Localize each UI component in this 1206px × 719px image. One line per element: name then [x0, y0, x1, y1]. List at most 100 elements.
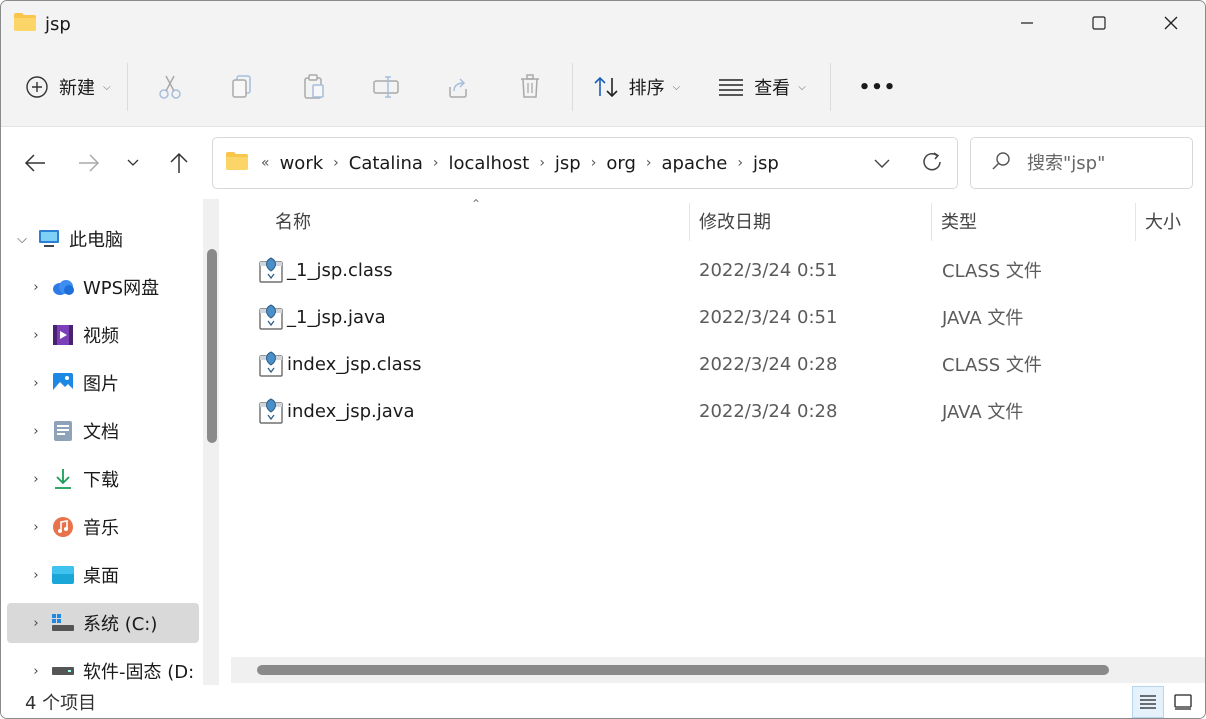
sidebar-item-desktop[interactable]: › 桌面: [21, 555, 213, 595]
sidebar-item-pictures[interactable]: › 图片: [21, 363, 213, 403]
cloud-icon: [51, 275, 75, 299]
breadcrumb-item-current[interactable]: jsp: [753, 153, 779, 174]
chevron-right-icon[interactable]: ›: [21, 424, 51, 439]
toolbar-divider: [126, 63, 128, 111]
sidebar-item-drive-c[interactable]: › 系统 (C:): [7, 603, 199, 643]
column-divider[interactable]: [1135, 203, 1136, 241]
address-bar[interactable]: « work › Catalina › localhost › jsp › or…: [212, 137, 958, 189]
breadcrumb-item[interactable]: Catalina: [349, 153, 423, 174]
chevron-right-icon[interactable]: ›: [433, 155, 439, 171]
chevron-right-icon[interactable]: ›: [21, 520, 51, 535]
column-divider[interactable]: [689, 203, 690, 241]
arrow-left-icon: [24, 154, 45, 172]
share-button[interactable]: [436, 59, 480, 115]
file-name: index_jsp.class: [287, 353, 422, 375]
search-input[interactable]: [1027, 152, 1187, 174]
rename-button[interactable]: [364, 59, 408, 115]
maximize-button[interactable]: [1063, 1, 1135, 45]
address-history-button[interactable]: [873, 154, 891, 175]
file-date: 2022/3/24 0:51: [699, 306, 838, 328]
breadcrumb-item[interactable]: jsp: [555, 153, 581, 174]
trash-icon: [520, 74, 539, 98]
file-row[interactable]: _1_jsp.class 2022/3/24 0:51 CLASS 文件: [251, 247, 1191, 293]
file-name: _1_jsp.java: [287, 306, 386, 328]
chevron-right-icon[interactable]: ›: [21, 328, 51, 343]
view-button[interactable]: 查看 ⌵: [708, 59, 816, 115]
plus-circle-icon: [26, 76, 48, 98]
title-and-toolbar-area: jsp 新建 ⌵ 排序 ⌵ 查看 ⌵ •••: [1, 1, 1205, 127]
document-icon: [51, 419, 75, 443]
chevron-down-icon: ⌵: [103, 81, 111, 93]
maximize-icon: [1092, 16, 1106, 30]
file-type: JAVA 文件: [942, 308, 1024, 329]
toolbar-divider: [571, 63, 573, 111]
thumbnail-view-button[interactable]: [1167, 686, 1199, 718]
arrow-up-icon: [170, 152, 188, 173]
chevron-right-icon[interactable]: ›: [591, 155, 597, 171]
delete-button[interactable]: [508, 59, 552, 115]
up-button[interactable]: [161, 145, 197, 181]
sort-button[interactable]: 排序 ⌵: [583, 59, 691, 115]
sidebar-item-drive-d[interactable]: › 软件-固态 (D:: [21, 651, 203, 685]
drive-c-icon: [51, 611, 75, 635]
chevron-right-icon[interactable]: ›: [539, 155, 545, 171]
forward-button[interactable]: [71, 145, 107, 181]
java-file-icon: [259, 257, 283, 283]
more-options-button[interactable]: •••: [849, 59, 907, 115]
breadcrumb-item[interactable]: localhost: [449, 153, 530, 174]
column-divider[interactable]: [931, 203, 932, 241]
details-view-button[interactable]: [1132, 686, 1164, 718]
breadcrumb-item[interactable]: org: [606, 153, 636, 174]
chevron-right-icon[interactable]: ›: [21, 664, 51, 679]
minimize-button[interactable]: [991, 1, 1063, 45]
sidebar-scrollbar-thumb[interactable]: [207, 249, 217, 443]
sidebar-item-label: 音乐: [83, 518, 119, 539]
back-button[interactable]: [17, 145, 53, 181]
minimize-icon: [1021, 22, 1033, 24]
window-title: jsp: [45, 13, 71, 35]
file-list-scrollbar-thumb[interactable]: [257, 665, 1109, 675]
breadcrumb-item[interactable]: work: [280, 153, 324, 174]
chevron-right-icon[interactable]: ›: [21, 616, 51, 631]
arrow-right-icon: [79, 154, 100, 172]
breadcrumb-item[interactable]: apache: [661, 153, 727, 174]
column-header-date[interactable]: 修改日期: [699, 199, 771, 243]
chevron-right-icon[interactable]: ›: [737, 155, 743, 171]
column-header-type[interactable]: 类型: [941, 199, 977, 243]
column-header-name[interactable]: 名称: [275, 199, 311, 243]
clipboard-icon: [303, 74, 324, 99]
new-button[interactable]: 新建 ⌵: [15, 59, 121, 115]
refresh-button[interactable]: [921, 151, 943, 178]
chevron-right-icon[interactable]: ›: [333, 155, 339, 171]
sidebar-item-videos[interactable]: › 视频: [21, 315, 213, 355]
breadcrumb-overflow[interactable]: «: [261, 155, 270, 171]
column-header-size[interactable]: 大小: [1145, 199, 1181, 243]
recent-locations-button[interactable]: [115, 145, 151, 181]
file-row[interactable]: _1_jsp.java 2022/3/24 0:51 JAVA 文件: [251, 294, 1191, 340]
navigation-pane: ⌵ 此电脑 › WPS网盘 › 视频 › 图片 › 文档 › 下载 › 音乐 ›…: [1, 199, 223, 685]
status-bar: 4 个项目: [1, 685, 1205, 718]
sidebar-item-wps-cloud[interactable]: › WPS网盘: [21, 267, 213, 307]
search-icon: [991, 151, 1011, 176]
chevron-down-icon[interactable]: ⌵: [7, 232, 37, 247]
cut-button[interactable]: [148, 59, 192, 115]
sidebar-item-this-pc[interactable]: ⌵ 此电脑: [7, 219, 199, 259]
close-button[interactable]: [1135, 1, 1205, 45]
sidebar-item-label: 桌面: [83, 566, 119, 587]
chevron-right-icon[interactable]: ›: [21, 280, 51, 295]
file-row[interactable]: index_jsp.class 2022/3/24 0:28 CLASS 文件: [251, 341, 1191, 387]
sidebar-item-documents[interactable]: › 文档: [21, 411, 213, 451]
file-date: 2022/3/24 0:28: [699, 400, 838, 422]
chevron-right-icon[interactable]: ›: [21, 568, 51, 583]
search-box[interactable]: [970, 137, 1193, 189]
chevron-right-icon[interactable]: ›: [21, 472, 51, 487]
chevron-right-icon[interactable]: ›: [21, 376, 51, 391]
file-row[interactable]: index_jsp.java 2022/3/24 0:28 JAVA 文件: [251, 388, 1191, 434]
chevron-right-icon[interactable]: ›: [646, 155, 652, 171]
file-list: ⌃ 名称 修改日期 类型 大小 _1_jsp.class 2022/3/24 0…: [231, 199, 1205, 685]
toolbar-divider: [829, 63, 831, 111]
paste-button[interactable]: [292, 59, 336, 115]
sidebar-item-downloads[interactable]: › 下载: [21, 459, 213, 499]
sidebar-item-music[interactable]: › 音乐: [21, 507, 213, 547]
copy-button[interactable]: [220, 59, 264, 115]
